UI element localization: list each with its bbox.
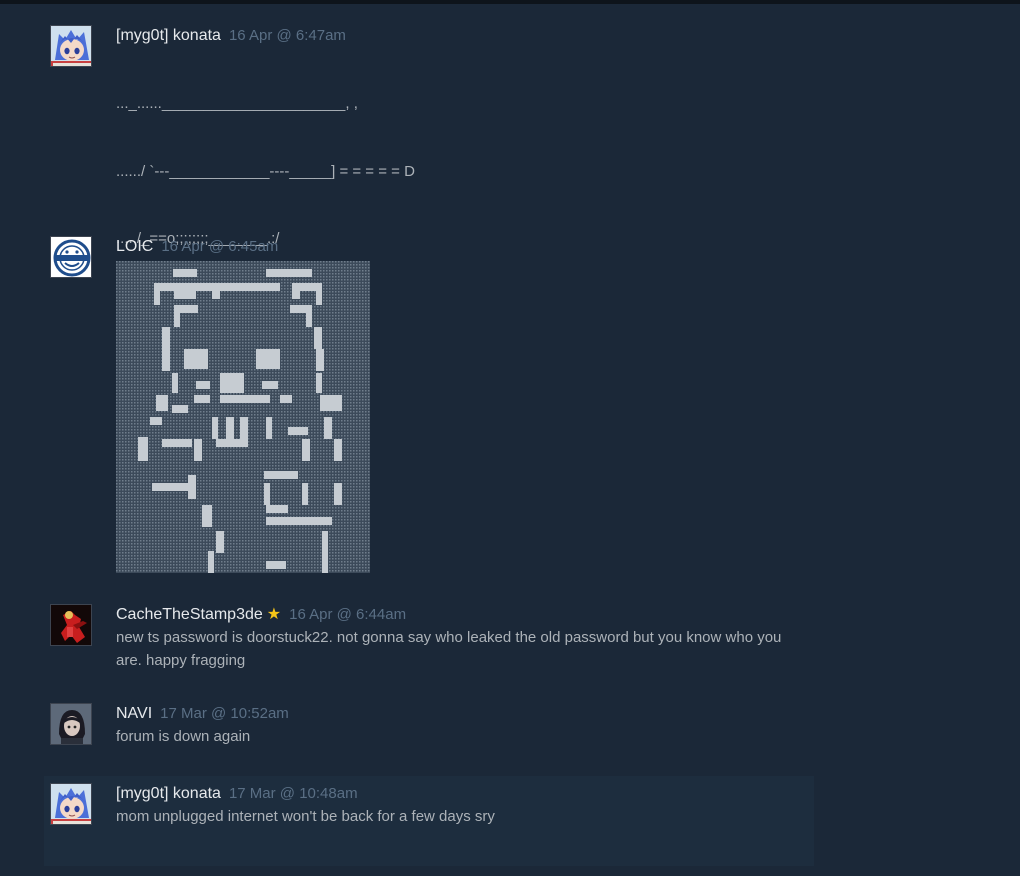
author-name[interactable]: [myg0t] konata	[116, 27, 221, 44]
ascii-art-image	[116, 261, 370, 573]
star-icon: ★	[266, 606, 282, 623]
comment-header: NAVI 17 Mar @ 10:52am	[116, 703, 796, 725]
red-armored-character-avatar	[51, 605, 91, 645]
anime-girl-blue-hair-avatar	[51, 784, 91, 824]
top-edge-strip	[0, 0, 1020, 4]
ascii-line: ..._......______________________, ,	[116, 95, 358, 112]
comment-text: forum is down again	[116, 728, 251, 745]
avatar[interactable]	[50, 703, 92, 745]
comment-body: CacheTheStamp3de ★ 16 Apr @ 6:44am new ts …	[116, 604, 796, 672]
timestamp: 16 Apr @ 6:44am	[289, 606, 407, 623]
comment-body: LOIC 16 Apr @ 6:45am	[116, 236, 796, 258]
comment-header: LOIC 16 Apr @ 6:45am	[116, 236, 796, 258]
comment-body: NAVI 17 Mar @ 10:52am forum is down again	[116, 703, 796, 749]
avatar[interactable]	[50, 236, 92, 278]
comment-header: [myg0t] konata 17 Mar @ 10:48am	[116, 783, 796, 805]
dark-haired-girl-avatar	[51, 704, 91, 744]
timestamp: 16 Apr @ 6:45am	[161, 238, 279, 255]
author-name[interactable]: CacheTheStamp3de	[116, 606, 263, 623]
laughing-man-logo-avatar	[51, 237, 91, 277]
comment-body: [myg0t] konata 17 Mar @ 10:48am mom unplu…	[116, 783, 796, 829]
avatar[interactable]	[50, 604, 92, 646]
comment-text: mom unplugged internet won't be back for…	[116, 808, 495, 825]
ascii-line: ....../ `---____________----_____] = = =…	[116, 162, 415, 180]
anime-girl-blue-hair-avatar	[51, 26, 91, 66]
author-name[interactable]: NAVI	[116, 705, 152, 722]
avatar[interactable]	[50, 783, 92, 825]
avatar[interactable]	[50, 25, 92, 67]
author-name[interactable]: LOIC	[116, 238, 153, 255]
timestamp: 17 Mar @ 10:52am	[160, 705, 289, 722]
author-name[interactable]: [myg0t] konata	[116, 785, 221, 802]
comment-header: CacheTheStamp3de ★ 16 Apr @ 6:44am	[116, 604, 796, 626]
comment-header: [myg0t] konata 16 Apr @ 6:47am	[116, 25, 796, 47]
comment-text: new ts password is doorstuck22. not gonn…	[116, 629, 786, 669]
timestamp: 17 Mar @ 10:48am	[228, 785, 358, 802]
timestamp: 16 Apr @ 6:47am	[228, 27, 346, 44]
